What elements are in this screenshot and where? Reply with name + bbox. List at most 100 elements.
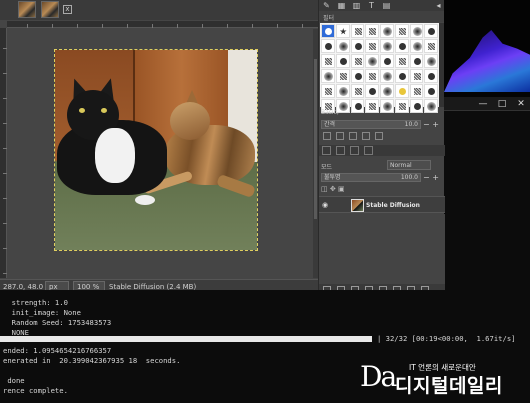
spacing-stepper[interactable]: − +	[423, 120, 439, 129]
brush-grid[interactable]	[320, 23, 439, 113]
brush-item[interactable]	[409, 39, 424, 53]
horizontal-ruler[interactable]	[7, 21, 318, 28]
brush-item[interactable]	[394, 24, 409, 38]
black-cat-chest	[95, 128, 135, 183]
brush-item[interactable]	[394, 69, 409, 83]
paths-tab-icon[interactable]	[350, 146, 359, 155]
pattern-tab-icon[interactable]: ▦	[337, 1, 346, 10]
brush-item[interactable]	[424, 39, 438, 53]
layer-thumbnail	[351, 199, 364, 212]
background-window[interactable]	[444, 0, 530, 97]
lock-position-icon[interactable]: ✥	[330, 185, 336, 193]
spacing-label: 간격	[324, 121, 336, 128]
brush-item[interactable]	[350, 39, 365, 53]
brush-item[interactable]	[424, 24, 438, 38]
terminal-line: strength: 1.0	[3, 298, 68, 307]
brush-item[interactable]	[321, 24, 335, 38]
layers-tab-icon[interactable]	[322, 146, 331, 155]
close-tab-icon[interactable]: x	[63, 5, 72, 14]
opacity-stepper[interactable]: − +	[423, 173, 439, 182]
brush-item[interactable]	[350, 69, 365, 83]
brush-item[interactable]	[394, 39, 409, 53]
undo-history-tab-icon[interactable]	[364, 146, 373, 155]
brush-name: Basic,	[321, 109, 339, 116]
brush-item[interactable]	[409, 24, 424, 38]
image-tab-thumbnail-1[interactable]	[18, 1, 36, 18]
brush-item[interactable]	[380, 84, 394, 98]
brush-item[interactable]	[380, 39, 394, 53]
brush-item[interactable]	[321, 84, 335, 98]
lock-pixels-icon[interactable]: ◫	[321, 185, 328, 193]
minimize-icon[interactable]: —	[478, 99, 488, 109]
watermark-logo: Da	[360, 360, 397, 393]
brush-item[interactable]	[424, 69, 438, 83]
brush-item[interactable]	[365, 39, 379, 53]
brush-item[interactable]	[335, 54, 350, 68]
wave-artwork	[444, 30, 530, 92]
brushes-filter-header: 필터	[319, 11, 445, 22]
terminal-line: ended: 1.0954654216766357	[3, 346, 112, 355]
brush-item[interactable]	[335, 84, 350, 98]
opacity-slider[interactable]: 불투명 100.0	[321, 173, 421, 182]
brush-item[interactable]	[335, 24, 350, 38]
brush-item[interactable]	[424, 54, 438, 68]
font-tab-icon[interactable]: T	[367, 1, 376, 10]
delete-brush-icon[interactable]	[362, 132, 370, 140]
visibility-eye-icon[interactable]: ◉	[322, 201, 328, 209]
black-cat-right-eye	[101, 108, 107, 113]
dock-menu-icon[interactable]: ◂	[434, 1, 443, 10]
watermark-name: 디지털데일리	[395, 375, 503, 397]
brush-item[interactable]	[380, 69, 394, 83]
brush-item[interactable]	[350, 54, 365, 68]
brush-item[interactable]	[380, 54, 394, 68]
scrollbar-thumb[interactable]	[314, 59, 317, 219]
brush-item[interactable]	[350, 24, 365, 38]
brush-item[interactable]	[321, 39, 335, 53]
brush-item[interactable]	[424, 84, 438, 98]
brush-item[interactable]	[350, 84, 365, 98]
vertical-ruler[interactable]	[0, 28, 7, 278]
spacing-value: 10.0	[404, 121, 418, 128]
refresh-brushes-icon[interactable]	[375, 132, 383, 140]
terminal-line: done	[3, 376, 25, 385]
opacity-label: 불투명	[324, 174, 341, 181]
channels-tab-icon[interactable]	[336, 146, 345, 155]
progress-text: | 32/32 [00:19<00:00, 1.67it/s]	[377, 334, 516, 343]
maximize-icon[interactable]: □	[497, 99, 507, 109]
tabby-cat-head	[170, 102, 210, 140]
gimp-image-window: x 287.0, 48.0 px 100 % Stable Diffusion …	[0, 0, 318, 292]
layer-list-empty-area[interactable]	[319, 214, 445, 284]
terminal-line: init_image: None	[3, 308, 81, 317]
image-tab-thumbnail-2[interactable]	[41, 1, 59, 18]
close-icon[interactable]: ✕	[516, 99, 526, 109]
brush-item[interactable]	[394, 84, 409, 98]
paintbrush-tab-icon[interactable]: ✎	[322, 1, 331, 10]
brush-item[interactable]	[321, 69, 335, 83]
brush-item[interactable]	[335, 39, 350, 53]
brush-item[interactable]	[365, 54, 379, 68]
brush-item[interactable]	[409, 69, 424, 83]
brush-item[interactable]	[394, 54, 409, 68]
duplicate-brush-icon[interactable]	[349, 132, 357, 140]
brush-item[interactable]	[409, 84, 424, 98]
document-tab-icon[interactable]: ▤	[382, 1, 391, 10]
edit-brush-icon[interactable]	[323, 132, 331, 140]
brush-item[interactable]	[365, 84, 379, 98]
brush-item[interactable]	[380, 24, 394, 38]
mode-select[interactable]: Normal	[387, 160, 431, 170]
mode-label: 모드	[321, 164, 333, 171]
window-title-bar[interactable]: — □ ✕	[444, 97, 530, 111]
brush-item[interactable]	[365, 24, 379, 38]
brush-item[interactable]	[365, 69, 379, 83]
layer-item[interactable]: ◉ Stable Diffusion	[319, 196, 445, 213]
new-brush-icon[interactable]	[336, 132, 344, 140]
lock-alpha-icon[interactable]: ▣	[338, 185, 345, 193]
brush-item[interactable]	[321, 54, 335, 68]
terminal-line: enerated in 20.399042367935 18 seconds.	[3, 356, 181, 365]
brush-item[interactable]	[409, 54, 424, 68]
image-canvas[interactable]	[54, 49, 258, 251]
gradient-tab-icon[interactable]: ▥	[352, 1, 361, 10]
spacing-slider[interactable]: 간격 10.0	[321, 120, 421, 129]
brush-item[interactable]	[335, 69, 350, 83]
layer-name: Stable Diffusion	[366, 202, 420, 209]
